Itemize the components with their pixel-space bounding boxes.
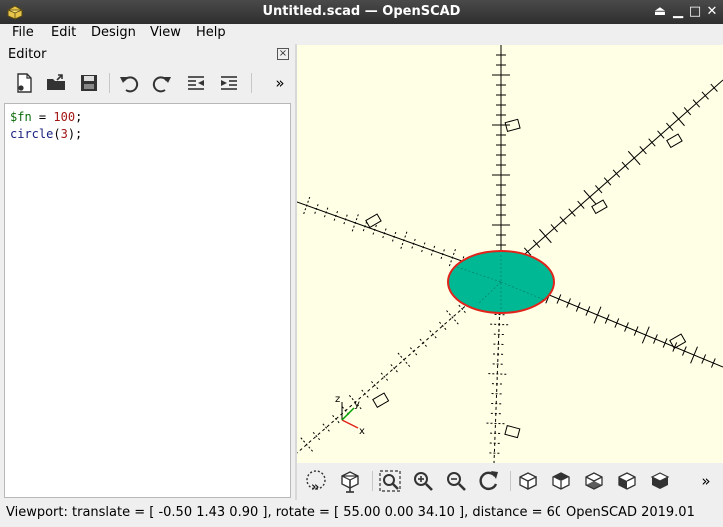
unindent-icon[interactable] <box>184 71 208 95</box>
menu-view[interactable]: View <box>150 25 181 40</box>
preview-icon[interactable]: » <box>304 468 330 495</box>
code-token: ( <box>53 127 61 141</box>
zoom-in-icon[interactable] <box>410 468 436 494</box>
viewport-status: Viewport: translate = [ -0.50 1.43 0.90 … <box>6 505 560 520</box>
code-token: ; <box>75 110 83 124</box>
view-top-icon[interactable] <box>548 468 574 494</box>
save-icon[interactable] <box>77 71 101 95</box>
new-file-icon[interactable] <box>12 71 36 95</box>
3d-viewport[interactable]: z x y <box>297 45 723 463</box>
status-bar: Viewport: translate = [ -0.50 1.43 0.90 … <box>0 500 723 527</box>
editor-dock-header: Editor × <box>0 45 295 65</box>
code-token: ); <box>67 127 83 141</box>
code-line-1: $fn = 100; <box>10 110 82 124</box>
undo-icon[interactable] <box>117 71 141 95</box>
viewport-canvas[interactable]: z x y <box>297 45 723 463</box>
axes-indicator: z x y <box>335 394 365 437</box>
render-icon[interactable] <box>337 468 363 494</box>
view-right-icon[interactable] <box>515 468 541 494</box>
close-window-icon[interactable]: ✕ <box>703 3 721 21</box>
editor-toolbar: » <box>0 67 295 99</box>
menu-edit[interactable]: Edit <box>51 25 76 40</box>
maximize-icon[interactable]: □ <box>686 3 704 21</box>
svg-text:»: » <box>311 480 319 494</box>
version-label: OpenSCAD 2019.01 <box>566 505 695 520</box>
code-line-2: circle(3); <box>10 127 82 141</box>
code-token: = <box>31 110 54 124</box>
editor-title: Editor <box>8 47 47 62</box>
code-token: 3 <box>60 127 68 141</box>
menu-help[interactable]: Help <box>196 25 226 40</box>
view-left-icon[interactable] <box>614 468 640 494</box>
redo-icon[interactable] <box>150 71 174 95</box>
toolbar-more-icon[interactable]: » <box>268 71 292 95</box>
view-toolbar: » » <box>297 463 723 499</box>
zoom-out-icon[interactable] <box>443 468 469 494</box>
code-token: $fn <box>10 110 32 124</box>
menu-file[interactable]: File <box>12 25 34 40</box>
menu-bar: File Edit Design View Help <box>0 24 723 44</box>
minimize-icon[interactable]: ▁ <box>669 3 687 21</box>
reset-view-icon[interactable] <box>476 468 502 494</box>
indent-icon[interactable] <box>217 71 241 95</box>
menu-design[interactable]: Design <box>91 25 136 40</box>
shade-window-icon[interactable]: ⏏ <box>651 3 669 21</box>
code-token: circle <box>10 127 54 141</box>
view-toolbar-more-icon[interactable]: » <box>693 468 719 494</box>
code-token: 100 <box>53 110 76 124</box>
axis-y-label: y <box>354 399 360 410</box>
open-file-icon[interactable] <box>44 71 68 95</box>
axis-tick <box>446 310 459 325</box>
code-editor[interactable]: $fn = 100; circle(3); <box>4 103 291 498</box>
view-bottom-icon[interactable] <box>581 468 607 494</box>
close-editor-icon[interactable]: × <box>277 48 289 60</box>
view-all-icon[interactable] <box>377 468 403 494</box>
view-front-icon[interactable] <box>647 468 673 494</box>
window-title: Untitled.scad — OpenSCAD <box>262 4 461 19</box>
axis-z-label: z <box>335 394 340 405</box>
axis-x-label: x <box>359 426 365 437</box>
title-bar: Untitled.scad — OpenSCAD ⏏ ▁ □ ✕ <box>0 0 723 24</box>
axis-tick <box>486 422 505 425</box>
